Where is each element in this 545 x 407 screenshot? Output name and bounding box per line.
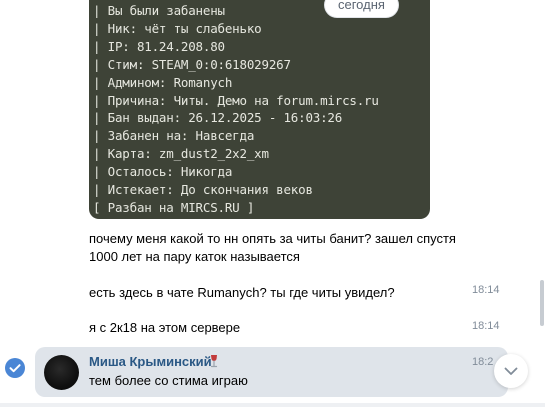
chevron-down-icon bbox=[504, 367, 518, 375]
ban-line-map: | Карта: zm_dust2_2x2_xm bbox=[93, 146, 269, 162]
message-text: тем более со стима играю bbox=[89, 373, 248, 388]
message-text: есть здесь в чате Rumanych? ты где читы … bbox=[89, 285, 395, 300]
ban-info-lines: | Вы были забанены | Ник: чёт ты слабень… bbox=[93, 2, 379, 217]
composer-edge bbox=[0, 403, 545, 407]
message-time[interactable]: 18:2 bbox=[472, 356, 493, 368]
ban-line-expires: | Истекает: До скончания веков bbox=[93, 182, 313, 198]
message-text-line: почему меня какой то нн опять за читы ба… bbox=[89, 231, 456, 246]
ban-line-remaining: | Осталось: Никогда bbox=[93, 164, 233, 180]
wine-glass-icon bbox=[210, 355, 218, 368]
message-text: почему меня какой то нн опять за читы ба… bbox=[89, 230, 456, 265]
ban-line-duration: | Забанен на: Навсегда bbox=[93, 128, 255, 144]
scroll-down-button[interactable] bbox=[494, 354, 528, 388]
avatar[interactable] bbox=[44, 355, 79, 390]
message-time[interactable]: 18:14 bbox=[472, 284, 500, 296]
message-author[interactable]: Миша Крыминский bbox=[89, 353, 212, 370]
date-separator: сегодня bbox=[325, 0, 398, 17]
ban-line-reason: | Причина: Читы. Демо на forum.mircs.ru bbox=[93, 92, 379, 108]
ban-line-issued: | Бан выдан: 26.12.2025 - 16:03:26 bbox=[93, 110, 343, 126]
message-time[interactable]: 18:14 bbox=[472, 320, 500, 332]
ban-line-unban: [ Разбан на MIRCS.RU ] bbox=[93, 199, 255, 215]
ban-line-nick: | Ник: чёт ты слабенько bbox=[93, 20, 262, 36]
chat-history: | Вы были забанены | Ник: чёт ты слабень… bbox=[0, 0, 545, 407]
ban-line-admin: | Админом: Romanych bbox=[93, 74, 233, 90]
ban-line-steam: | Стим: STEAM_0:0:618029267 bbox=[93, 56, 291, 72]
check-circle-icon[interactable] bbox=[5, 358, 25, 378]
message-text-line: 1000 лет на пару каток называется bbox=[89, 248, 300, 264]
ban-line-ip: | IP: 81.24.208.80 bbox=[93, 38, 225, 54]
message-text: я с 2к18 на этом сервере bbox=[89, 320, 241, 335]
scrollbar[interactable] bbox=[540, 280, 544, 326]
ban-screenshot-image[interactable]: | Вы были забанены | Ник: чёт ты слабень… bbox=[89, 0, 430, 219]
